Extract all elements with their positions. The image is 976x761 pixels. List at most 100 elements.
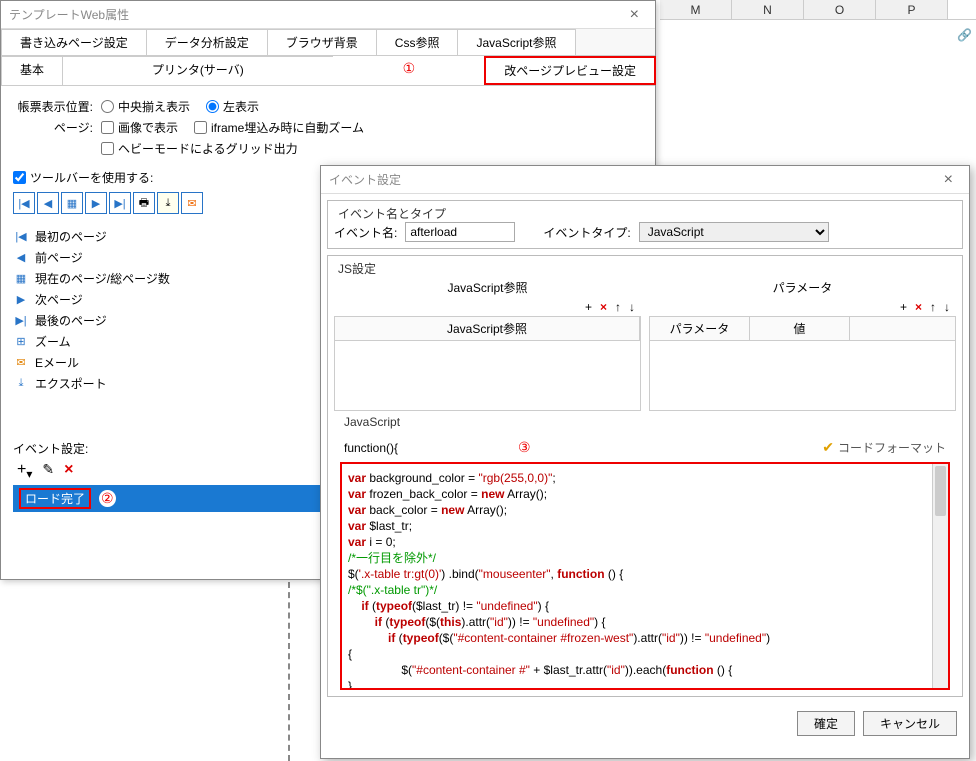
chk-iframe[interactable] [194, 121, 207, 134]
radio-left[interactable] [206, 100, 219, 113]
chk-iframe-label: iframe埋込み時に自動ズーム [211, 119, 364, 136]
list-item[interactable]: ⤓ エクスポート [13, 373, 325, 394]
list-item-label: 最初のページ [35, 228, 107, 245]
close-icon[interactable]: × [936, 171, 961, 189]
chk-heavy-label: ヘビーモードによるグリッド出力 [118, 140, 298, 157]
tab-css-ref[interactable]: Css参照 [376, 29, 459, 55]
radio-left-label: 左表示 [223, 98, 259, 115]
chk-image-label: 画像で表示 [118, 119, 178, 136]
delete-icon[interactable]: × [915, 300, 922, 314]
col-header[interactable]: P [876, 0, 948, 19]
tb-export[interactable]: ⤓ [157, 192, 179, 214]
tab-row-top: 書き込みページ設定 データ分析設定 ブラウザ背景 Css参照 JavaScrip… [1, 29, 655, 56]
col-header[interactable]: O [804, 0, 876, 19]
scrollbar[interactable] [932, 464, 948, 688]
tab-printer[interactable]: プリンタ(サーバ) [62, 56, 333, 85]
i-next-icon: ▶ [13, 293, 29, 307]
event-name-input[interactable] [405, 222, 515, 242]
list-item[interactable]: ▶ 次ページ [13, 289, 325, 310]
list-item-label: エクスポート [35, 375, 107, 392]
event-type-select[interactable]: JavaScript [639, 222, 829, 242]
tb-next[interactable]: ▶ [85, 192, 107, 214]
chk-heavy[interactable] [101, 142, 114, 155]
tab-browser-bg[interactable]: ブラウザ背景 [267, 29, 377, 55]
event-delete-icon[interactable]: × [64, 461, 73, 481]
add-icon[interactable]: + [900, 300, 907, 314]
i-mail-icon: ✉ [13, 356, 29, 370]
display-pos-label: 帳票表示位置: [13, 98, 93, 115]
tab-js-ref[interactable]: JavaScript参照 [457, 29, 575, 55]
col-js-ref[interactable]: JavaScript参照 [335, 317, 640, 340]
tab-row-bottom: 基本 プリンタ(サーバ) ① 改ページプレビュー設定 [1, 56, 655, 86]
up-icon[interactable]: ↑ [615, 300, 621, 314]
link-icon[interactable]: 🔗 [957, 28, 972, 42]
ok-button[interactable]: 確定 [797, 711, 855, 736]
list-item-label: Eメール [35, 354, 79, 371]
page-break-line [288, 582, 290, 761]
titlebar[interactable]: イベント設定 × [321, 166, 969, 194]
side-toolbar: 🔗 [957, 28, 972, 42]
i-export-icon: ⤓ [13, 377, 29, 391]
brush-icon: ✔ [822, 439, 834, 456]
tb-prev[interactable]: ◀ [37, 192, 59, 214]
radio-center[interactable] [101, 100, 114, 113]
list-item[interactable]: ⊞ ズーム [13, 331, 325, 352]
js-ref-label: JavaScript参照 [334, 277, 641, 298]
up-icon[interactable]: ↑ [930, 300, 936, 314]
tab-basic[interactable]: 基本 [1, 56, 63, 85]
tb-mail[interactable]: ✉ [181, 192, 203, 214]
js-ref-table[interactable] [334, 341, 641, 411]
down-icon[interactable]: ↓ [629, 300, 635, 314]
fieldset-js: JS設定 JavaScript参照 + × ↑ ↓ JavaScript参照 パ… [327, 255, 963, 697]
dialog-title: イベント設定 [329, 171, 401, 188]
list-item-label: 最後のページ [35, 312, 107, 329]
event-setting-dialog: イベント設定 × イベント名とタイプ イベント名: イベントタイプ: JavaS… [320, 165, 970, 759]
list-item-label: 次ページ [35, 291, 83, 308]
titlebar[interactable]: テンプレートWeb属性 × [1, 1, 655, 29]
col-header[interactable]: M [660, 0, 732, 19]
col-value[interactable]: 値 [750, 317, 850, 340]
list-item-label: 現在のページ/総ページ数 [35, 270, 170, 287]
tab-page-break-preview[interactable]: 改ページプレビュー設定 [484, 56, 656, 85]
annotation-2: ② [99, 490, 116, 507]
list-item[interactable]: ▶| 最後のページ [13, 310, 325, 331]
code-format-button[interactable]: ✔ コードフォーマット [822, 439, 946, 456]
page-label: ページ: [13, 119, 93, 136]
tb-print[interactable]: 🖶 [133, 192, 155, 214]
chk-toolbar[interactable] [13, 171, 26, 184]
function-open: function(){ [344, 441, 398, 455]
list-item[interactable]: ◀前ページ [13, 247, 325, 268]
tab-data-analysis[interactable]: データ分析設定 [146, 29, 268, 55]
add-icon[interactable]: + [585, 300, 592, 314]
tb-last[interactable]: ▶| [109, 192, 131, 214]
javascript-label: JavaScript [334, 411, 956, 433]
i-zoom-icon: ⊞ [13, 335, 29, 349]
col-param[interactable]: パラメータ [650, 317, 750, 340]
fieldset-name-type: イベント名とタイプ イベント名: イベントタイプ: JavaScript [327, 200, 963, 249]
event-add-icon[interactable]: +▾ [17, 461, 32, 481]
col-header[interactable]: N [732, 0, 804, 19]
list-item-label: 前ページ [35, 249, 83, 266]
close-icon[interactable]: × [622, 6, 647, 24]
list-item[interactable]: ▦ 現在のページ/総ページ数 [13, 268, 325, 289]
code-editor[interactable]: var background_color = "rgb(255,0,0)"; v… [340, 462, 950, 690]
i-page-icon: ▦ [13, 272, 29, 286]
param-table[interactable] [649, 341, 956, 411]
list-item[interactable]: ✉ Eメール [13, 352, 325, 373]
delete-icon[interactable]: × [600, 300, 607, 314]
tab-write-page[interactable]: 書き込みページ設定 [1, 29, 147, 55]
radio-center-label: 中央揃え表示 [118, 98, 190, 115]
i-last-icon: ▶| [13, 314, 29, 328]
tb-page[interactable]: ▦ [61, 192, 83, 214]
chk-image[interactable] [101, 121, 114, 134]
down-icon[interactable]: ↓ [944, 300, 950, 314]
cancel-button[interactable]: キャンセル [863, 711, 957, 736]
annotation-1: ① [333, 56, 486, 85]
dialog-title: テンプレートWeb属性 [9, 6, 129, 23]
event-edit-icon[interactable]: ✎ [42, 461, 54, 481]
tb-first[interactable]: |◀ [13, 192, 35, 214]
event-name-label: イベント名: [334, 224, 397, 241]
list-item[interactable]: |◀最初のページ [13, 226, 325, 247]
list-item-label: ズーム [35, 333, 71, 350]
scrollbar-thumb[interactable] [935, 466, 946, 516]
